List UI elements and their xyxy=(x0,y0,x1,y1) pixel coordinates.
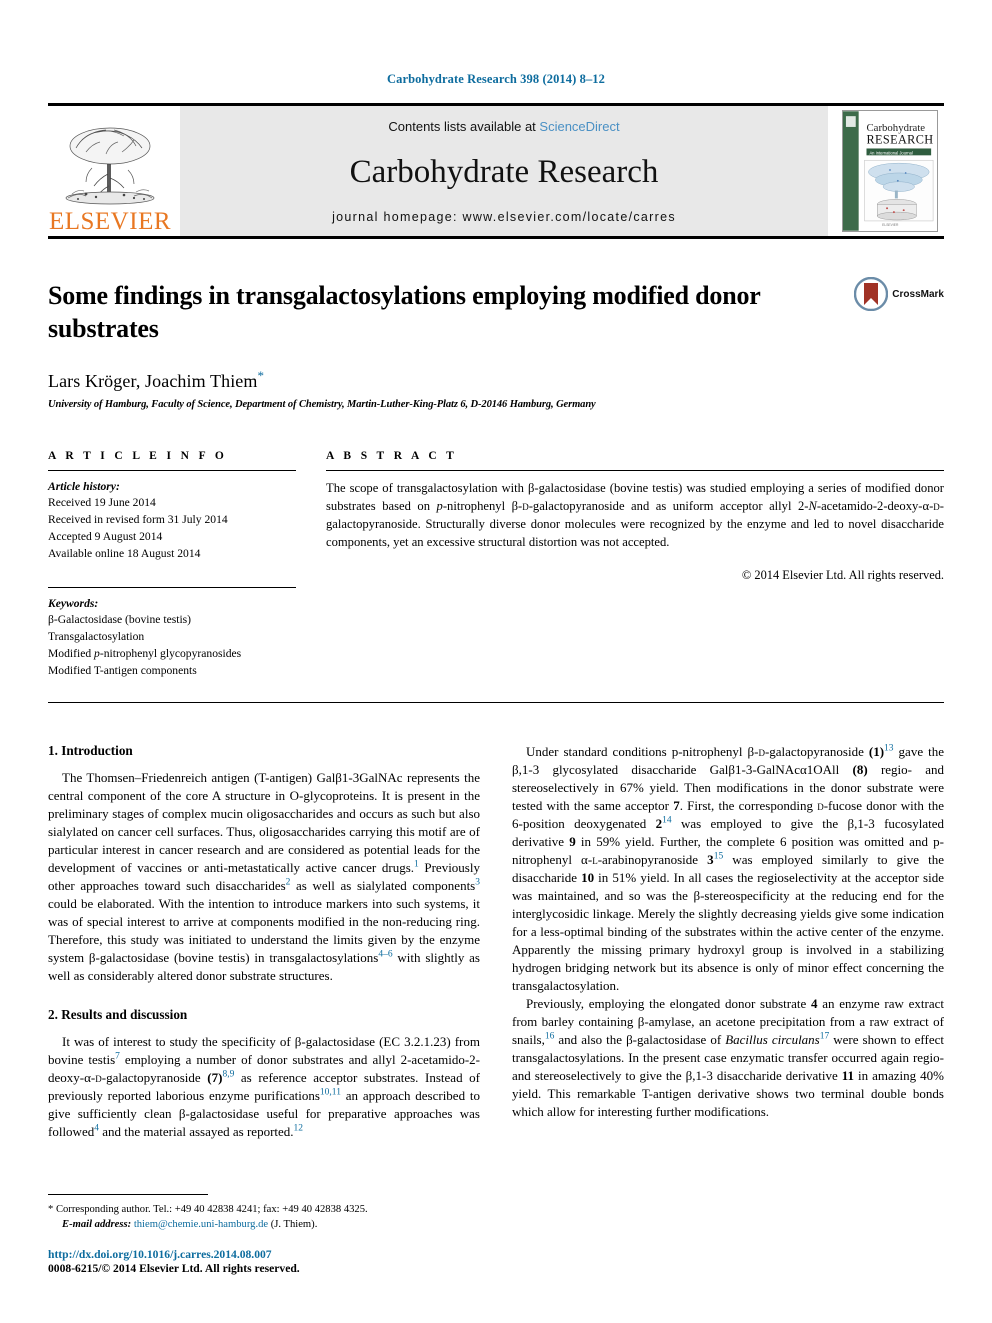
svg-text:An International Journal: An International Journal xyxy=(869,150,912,155)
journal-cover-thumbnail[interactable]: Carbohydrate RESEARCH An International J… xyxy=(836,106,944,236)
abstract-heading: A B S T R A C T xyxy=(326,449,458,462)
sciencedirect-link[interactable]: ScienceDirect xyxy=(539,119,619,134)
article-info-rule xyxy=(48,469,296,471)
article-history-label: Article history: xyxy=(48,479,120,493)
email-label: E-mail address: xyxy=(62,1218,132,1230)
results-paragraph-2: Under standard conditions p-nitrophenyl … xyxy=(512,743,945,993)
keyword-item: Modified T-antigen components xyxy=(48,663,197,677)
keyword-item: Transgalactosylation xyxy=(48,630,145,644)
history-item: Accepted 9 August 2014 xyxy=(48,529,163,543)
history-item: Available online 18 August 2014 xyxy=(48,546,201,560)
keyword-item: Modified p-nitrophenyl glycopyranosides xyxy=(48,646,242,660)
article-history-block: Article history: Received 19 June 2014 R… xyxy=(48,479,296,563)
section-heading-results: 2. Results and discussion xyxy=(48,1006,188,1022)
results-paragraph-3: Previously, employing the elongated dono… xyxy=(512,995,945,1119)
article-title: Some findings in transgalactosylations e… xyxy=(48,281,761,344)
abstract-text: The scope of transgalactosylation with β… xyxy=(326,480,944,550)
section-heading-introduction: 1. Introduction xyxy=(48,742,133,758)
email-note: E-mail address: thiem@chemie.uni-hamburg… xyxy=(48,1217,478,1232)
journal-title: Carbohydrate Research xyxy=(349,153,659,190)
history-item: Received 19 June 2014 xyxy=(48,496,156,510)
contents-lists-line: Contents lists available at ScienceDirec… xyxy=(388,119,619,134)
email-link[interactable]: thiem@chemie.uni-hamburg.de xyxy=(134,1219,268,1230)
results-paragraph-1: It was of interest to study the specific… xyxy=(48,1033,481,1139)
keywords-label: Keywords: xyxy=(48,596,99,610)
email-suffix: (J. Thiem). xyxy=(270,1218,318,1230)
svg-text:RESEARCH: RESEARCH xyxy=(867,133,934,147)
corresponding-author-marker[interactable]: * xyxy=(258,368,265,383)
journal-cover-image: Carbohydrate RESEARCH An International J… xyxy=(842,110,938,232)
corresponding-author-note: * Corresponding author. Tel.: +49 40 428… xyxy=(48,1203,368,1215)
journal-homepage-line[interactable]: journal homepage: www.elsevier.com/locat… xyxy=(332,210,676,224)
article-body: 1. Introduction The Thomsen–Friedenreich… xyxy=(48,743,944,1141)
article-info-heading: A R T I C L E I N F O xyxy=(48,449,228,462)
running-head: Carbohydrate Research 398 (2014) 8–12 xyxy=(386,72,606,86)
author-names: Lars Kröger, Joachim Thiem xyxy=(48,370,258,391)
abstract-rule xyxy=(326,469,944,471)
journal-article-page: Carbohydrate Research 398 (2014) 8–12 EL… xyxy=(0,0,992,1323)
article-authors: Lars Kröger, Joachim Thiem* xyxy=(48,368,944,392)
issn-copyright: 0008-6215/© 2014 Elsevier Ltd. All right… xyxy=(48,1262,300,1275)
elsevier-tree-icon xyxy=(65,127,155,205)
article-header: Some findings in transgalactosylations e… xyxy=(48,239,944,410)
author-affiliation: University of Hamburg, Faculty of Scienc… xyxy=(48,398,596,410)
journal-masthead: ELSEVIER Contents lists available at Sci… xyxy=(48,106,944,236)
body-left-column: 1. Introduction The Thomsen–Friedenreich… xyxy=(48,743,480,1141)
introduction-paragraph-1: The Thomsen–Friedenreich antigen (T-anti… xyxy=(48,769,480,983)
abstract-column: A B S T R A C T The scope of transgalact… xyxy=(326,450,944,680)
svg-text:ELSEVIER: ELSEVIER xyxy=(882,223,899,227)
page-footnote: * Corresponding author. Tel.: +49 40 428… xyxy=(48,1193,478,1275)
info-abstract-region: A R T I C L E I N F O Article history: R… xyxy=(48,450,944,680)
elsevier-wordmark: ELSEVIER xyxy=(48,208,172,235)
abstract-copyright: © 2014 Elsevier Ltd. All rights reserved… xyxy=(741,567,944,582)
abstract-bottom-rule xyxy=(48,701,944,703)
contents-prefix-text: Contents lists available at xyxy=(388,119,540,134)
elsevier-logo[interactable]: ELSEVIER xyxy=(48,106,172,236)
keyword-item: β-Galactosidase (bovine testis) xyxy=(48,613,192,627)
article-info-column: A R T I C L E I N F O Article history: R… xyxy=(48,450,296,680)
history-item: Received in revised form 31 July 2014 xyxy=(48,513,228,527)
masthead-center-panel: Contents lists available at ScienceDirec… xyxy=(180,106,828,236)
crossmark-label: CrossMark xyxy=(892,288,944,300)
keywords-block: Keywords: β-Galactosidase (bovine testis… xyxy=(48,596,296,680)
crossmark-badge[interactable]: CrossMark xyxy=(854,277,944,311)
body-right-column: Under standard conditions p-nitrophenyl … xyxy=(512,743,944,1141)
footnote-rule xyxy=(48,1193,208,1195)
crossmark-icon xyxy=(854,277,889,311)
doi-link[interactable]: http://dx.doi.org/10.1016/j.carres.2014.… xyxy=(48,1248,478,1261)
keywords-rule xyxy=(48,586,296,588)
